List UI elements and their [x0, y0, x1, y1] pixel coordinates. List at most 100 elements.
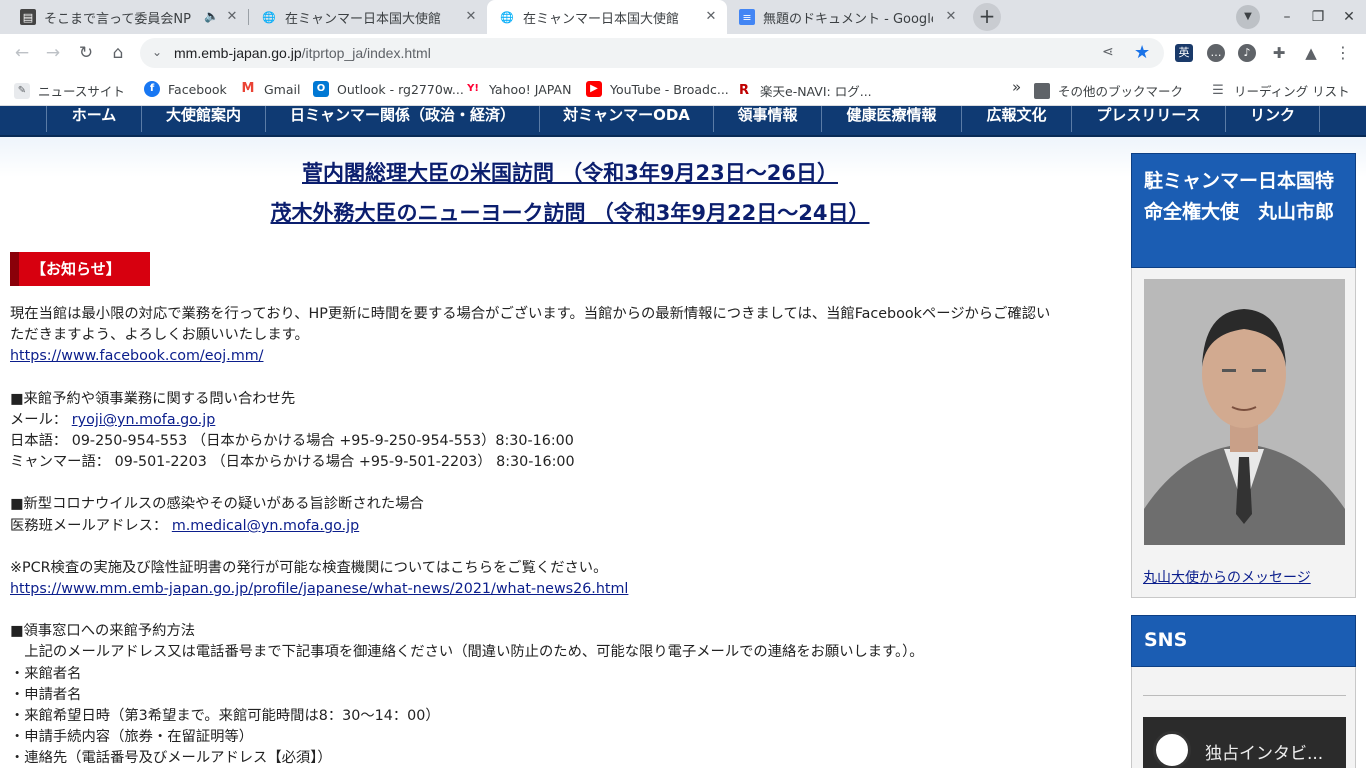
ambassador-header: 駐ミャンマー日本国特命全権大使 丸山市郎	[1131, 153, 1356, 268]
bookmarks-overflow-button[interactable]: »	[1012, 78, 1021, 96]
youtube-icon: ▶	[586, 81, 602, 97]
sns-header: SNS	[1131, 615, 1356, 667]
reservation-item: ・申請者名	[10, 687, 82, 703]
tab-search-icon[interactable]: ▼	[1236, 5, 1260, 29]
sns-panel: 独占インタビ...	[1131, 667, 1356, 768]
yahoo-icon: Y!	[465, 81, 481, 97]
close-tab-icon[interactable]: ✕	[703, 9, 719, 25]
channel-avatar-icon	[1153, 731, 1191, 768]
tab-title: そこまで言って委員会NP |	[44, 11, 194, 27]
gmail-icon: M	[240, 81, 256, 97]
tab-3-active[interactable]: 🌐 在ミャンマー日本国大使館 ✕	[487, 0, 727, 34]
bookmark-label: Yahoo! JAPAN	[489, 81, 572, 97]
nav-home[interactable]: ホーム	[46, 106, 141, 132]
share-icon[interactable]: ⋖	[1102, 44, 1114, 60]
tab-1[interactable]: ▤ そこまで言って委員会NP | 🔈 ✕	[8, 0, 248, 34]
pcr-link-line: https://www.mm.emb-japan.go.jp/profile/j…	[10, 579, 1110, 600]
music-extension-icon[interactable]: ♪	[1238, 44, 1256, 62]
mail-label: メール：	[10, 412, 68, 428]
nav-culture[interactable]: 広報文化	[961, 106, 1071, 132]
ambassador-message-link[interactable]: 丸山大使からのメッセージ	[1143, 567, 1311, 587]
nav-oda[interactable]: 対ミャンマーODA	[539, 106, 713, 132]
other-bookmarks-folder[interactable]: その他のブックマーク	[1034, 81, 1183, 100]
nav-consular[interactable]: 領事情報	[713, 106, 821, 132]
reading-list-icon: ☰	[1210, 82, 1226, 99]
site-info-icon[interactable]: ⌄	[152, 45, 162, 59]
facebook-icon: f	[144, 81, 160, 97]
japanese-phone-line: 日本語： 09-250-954-553 （日本からかける場合 +95-9-250…	[10, 433, 574, 449]
reload-icon[interactable]: ↻	[71, 38, 101, 68]
notice-intro-line-2: ただきますよう、よろしくお願いいたします。	[10, 327, 309, 343]
extensions-puzzle-icon[interactable]: ✚	[1270, 44, 1288, 62]
close-window-icon[interactable]: ✕	[1332, 0, 1366, 34]
bookmark-label: Gmail	[264, 81, 301, 97]
bookmark-item[interactable]: M Gmail	[240, 81, 300, 97]
close-tab-icon[interactable]: ✕	[224, 9, 240, 25]
medical-mail-link[interactable]: m.medical@yn.mofa.go.jp	[172, 518, 359, 534]
reservation-intro: 上記のメールアドレス又は電話番号まで下記事項を御連絡ください（間違い防止のため、…	[10, 644, 924, 660]
tab-2[interactable]: 🌐 在ミャンマー日本国大使館 ✕	[249, 0, 487, 34]
forward-icon[interactable]: →	[38, 38, 68, 68]
reading-list-label: リーディング リスト	[1234, 84, 1350, 99]
close-tab-icon[interactable]: ✕	[463, 9, 479, 25]
reservation-item: ・申請手続内容（旅券・在留証明等）	[10, 729, 254, 745]
outlook-icon: O	[313, 81, 329, 97]
bookmark-item[interactable]: ▶ YouTube - Broadc...	[586, 81, 729, 97]
bookmark-label: 楽天e-NAVI: ログ...	[760, 84, 872, 99]
consular-mail-link[interactable]: ryoji@yn.mofa.go.jp	[72, 412, 216, 428]
back-icon[interactable]: ←	[7, 38, 37, 68]
contact-heading: ■来館予約や領事業務に関する問い合わせ先	[10, 391, 296, 407]
bookmark-label: Outlook - rg2770w...	[337, 81, 464, 97]
tab-title: 在ミャンマー日本国大使館	[285, 11, 442, 27]
divider	[1143, 695, 1346, 696]
reading-list-button[interactable]: ☰ リーディング リスト	[1210, 81, 1350, 100]
minimize-icon[interactable]: –	[1270, 0, 1304, 34]
bookmark-star-icon[interactable]: ★	[1134, 42, 1150, 63]
close-tab-icon[interactable]: ✕	[943, 9, 959, 25]
notice-intro-line-1: 現在当館は最小限の対応で業務を行っており、HP更新に時間を要する場合がございます…	[10, 306, 1051, 322]
tab-title: 在ミャンマー日本国大使館	[523, 11, 680, 27]
url-text[interactable]: mm.emb-japan.go.jp/itprtop_ja/index.html	[174, 45, 431, 61]
home-icon[interactable]: ⌂	[103, 38, 133, 68]
bookmarks-bar: ✎ ニュースサイト f Facebook M Gmail O Outlook -…	[0, 72, 1366, 106]
reservation-item: ・来館者名	[10, 666, 82, 682]
restore-icon[interactable]: ❐	[1301, 0, 1335, 34]
headline-link-fm-visit[interactable]: 茂木外務大臣のニューヨーク訪問 （令和3年9月22日～24日）	[0, 197, 1140, 227]
bookmark-item[interactable]: R 楽天e-NAVI: ログ...	[736, 81, 872, 100]
video-title: 独占インタビ...	[1205, 744, 1324, 764]
new-tab-button[interactable]: +	[973, 3, 1001, 31]
translate-extension-icon[interactable]: 英	[1175, 44, 1193, 62]
tab-strip: ▤ そこまで言って委員会NP | 🔈 ✕ 🌐 在ミャンマー日本国大使館 ✕ 🌐 …	[0, 0, 1366, 34]
headline-link-pm-visit[interactable]: 菅内閣総理大臣の米国訪問 （令和3年9月23日～26日）	[0, 157, 1140, 187]
nav-press[interactable]: プレスリリース	[1071, 106, 1225, 132]
bookmark-label: ニュースサイト	[38, 84, 125, 99]
site-navigation: ホーム 大使館案内 日ミャンマー関係（政治・経済） 対ミャンマーODA 領事情報…	[0, 106, 1366, 137]
docs-icon: ≡	[739, 9, 755, 25]
medical-mail-label: 医務班メールアドレス：	[10, 518, 168, 534]
speaker-icon[interactable]: 🔈	[204, 9, 219, 23]
flask-icon[interactable]: ▲	[1302, 44, 1320, 62]
tab-title: 無題のドキュメント - Google	[763, 11, 933, 27]
bookmark-item[interactable]: f Facebook	[144, 81, 227, 97]
tab-4[interactable]: ≡ 無題のドキュメント - Google ✕	[727, 0, 967, 34]
browser-toolbar: ← → ↻ ⌂ ⌄ mm.emb-japan.go.jp/itprtop_ja/…	[0, 34, 1366, 72]
ambassador-photo-icon	[1144, 279, 1345, 545]
pcr-url-link[interactable]: https://www.mm.emb-japan.go.jp/profile/j…	[10, 581, 628, 597]
address-bar[interactable]: ⌄ mm.emb-japan.go.jp/itprtop_ja/index.ht…	[140, 38, 1164, 68]
other-bookmarks-label: その他のブックマーク	[1058, 84, 1184, 99]
nav-links[interactable]: リンク	[1225, 106, 1320, 132]
sns-title: SNS	[1144, 629, 1188, 651]
ambassador-panel: 丸山大使からのメッセージ	[1131, 268, 1356, 598]
video-embed[interactable]: 独占インタビ...	[1143, 717, 1346, 768]
nav-relations[interactable]: 日ミャンマー関係（政治・経済）	[265, 106, 539, 132]
nav-health[interactable]: 健康医療情報	[821, 106, 961, 132]
ambassador-portrait[interactable]	[1144, 279, 1345, 545]
bookmark-item[interactable]: Y! Yahoo! JAPAN	[465, 81, 571, 97]
menu-kebab-icon[interactable]: ⋮	[1334, 44, 1352, 62]
bookmark-item[interactable]: ✎ ニュースサイト	[14, 81, 125, 100]
bookmark-item[interactable]: O Outlook - rg2770w...	[313, 81, 464, 97]
nav-embassy-guide[interactable]: 大使館案内	[141, 106, 265, 132]
facebook-url-link[interactable]: https://www.facebook.com/eoj.mm/	[10, 348, 263, 364]
medical-mail-line: 医務班メールアドレス： m.medical@yn.mofa.go.jp	[10, 516, 1110, 537]
chat-extension-icon[interactable]: …	[1207, 44, 1225, 62]
